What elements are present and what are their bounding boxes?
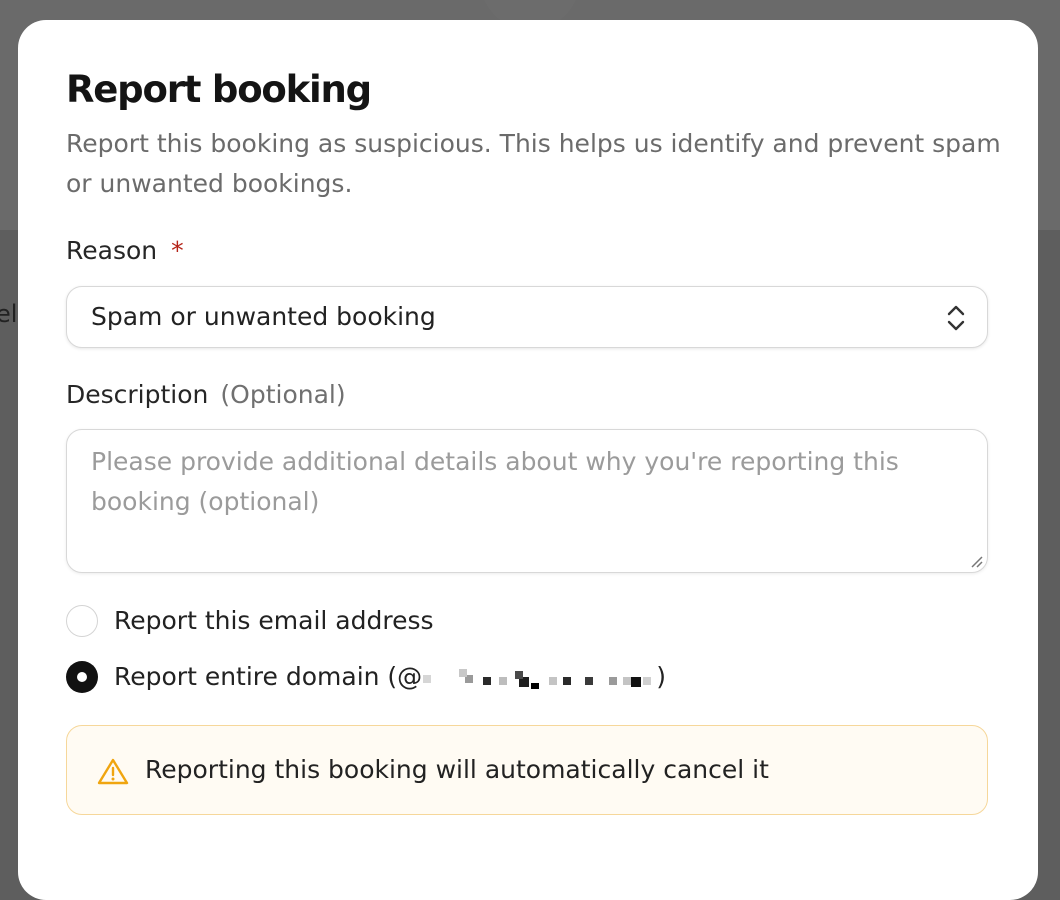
reason-label-text: Reason [66, 236, 158, 265]
chevron-up-down-icon [947, 305, 965, 331]
radio-button-email[interactable] [66, 605, 98, 637]
radio-button-domain[interactable] [66, 661, 98, 693]
description-label: Description (Optional) [66, 380, 346, 409]
reason-select-value: Spam or unwanted booking [91, 302, 436, 331]
warning-text: Reporting this booking will automaticall… [145, 755, 769, 784]
redacted-domain [423, 667, 656, 689]
report-booking-dialog: Report booking Report this booking as su… [18, 20, 1038, 900]
domain-label-suffix: ) [656, 662, 666, 691]
domain-label-prefix: Report entire domain (@ [114, 662, 423, 691]
reason-label: Reason * [66, 236, 184, 265]
cancel-warning-banner: Reporting this booking will automaticall… [66, 725, 988, 815]
radio-label-email: Report this email address [114, 606, 434, 635]
optional-hint: (Optional) [220, 380, 346, 409]
description-placeholder: Please provide additional details about … [91, 447, 899, 516]
radio-option-domain[interactable]: Report entire domain (@) [66, 659, 766, 695]
radio-selected-dot [77, 672, 87, 682]
dialog-title: Report booking [66, 68, 372, 111]
description-label-text: Description [66, 380, 209, 409]
resize-handle-icon[interactable] [968, 553, 984, 569]
description-textarea[interactable]: Please provide additional details about … [66, 429, 988, 573]
required-marker: * [171, 236, 184, 265]
reason-select[interactable]: Spam or unwanted booking [66, 286, 988, 348]
dialog-subtitle: Report this booking as suspicious. This … [66, 129, 1001, 198]
radio-option-email[interactable]: Report this email address [66, 603, 766, 639]
radio-label-domain: Report entire domain (@) [114, 659, 666, 695]
warning-triangle-icon [97, 758, 129, 785]
